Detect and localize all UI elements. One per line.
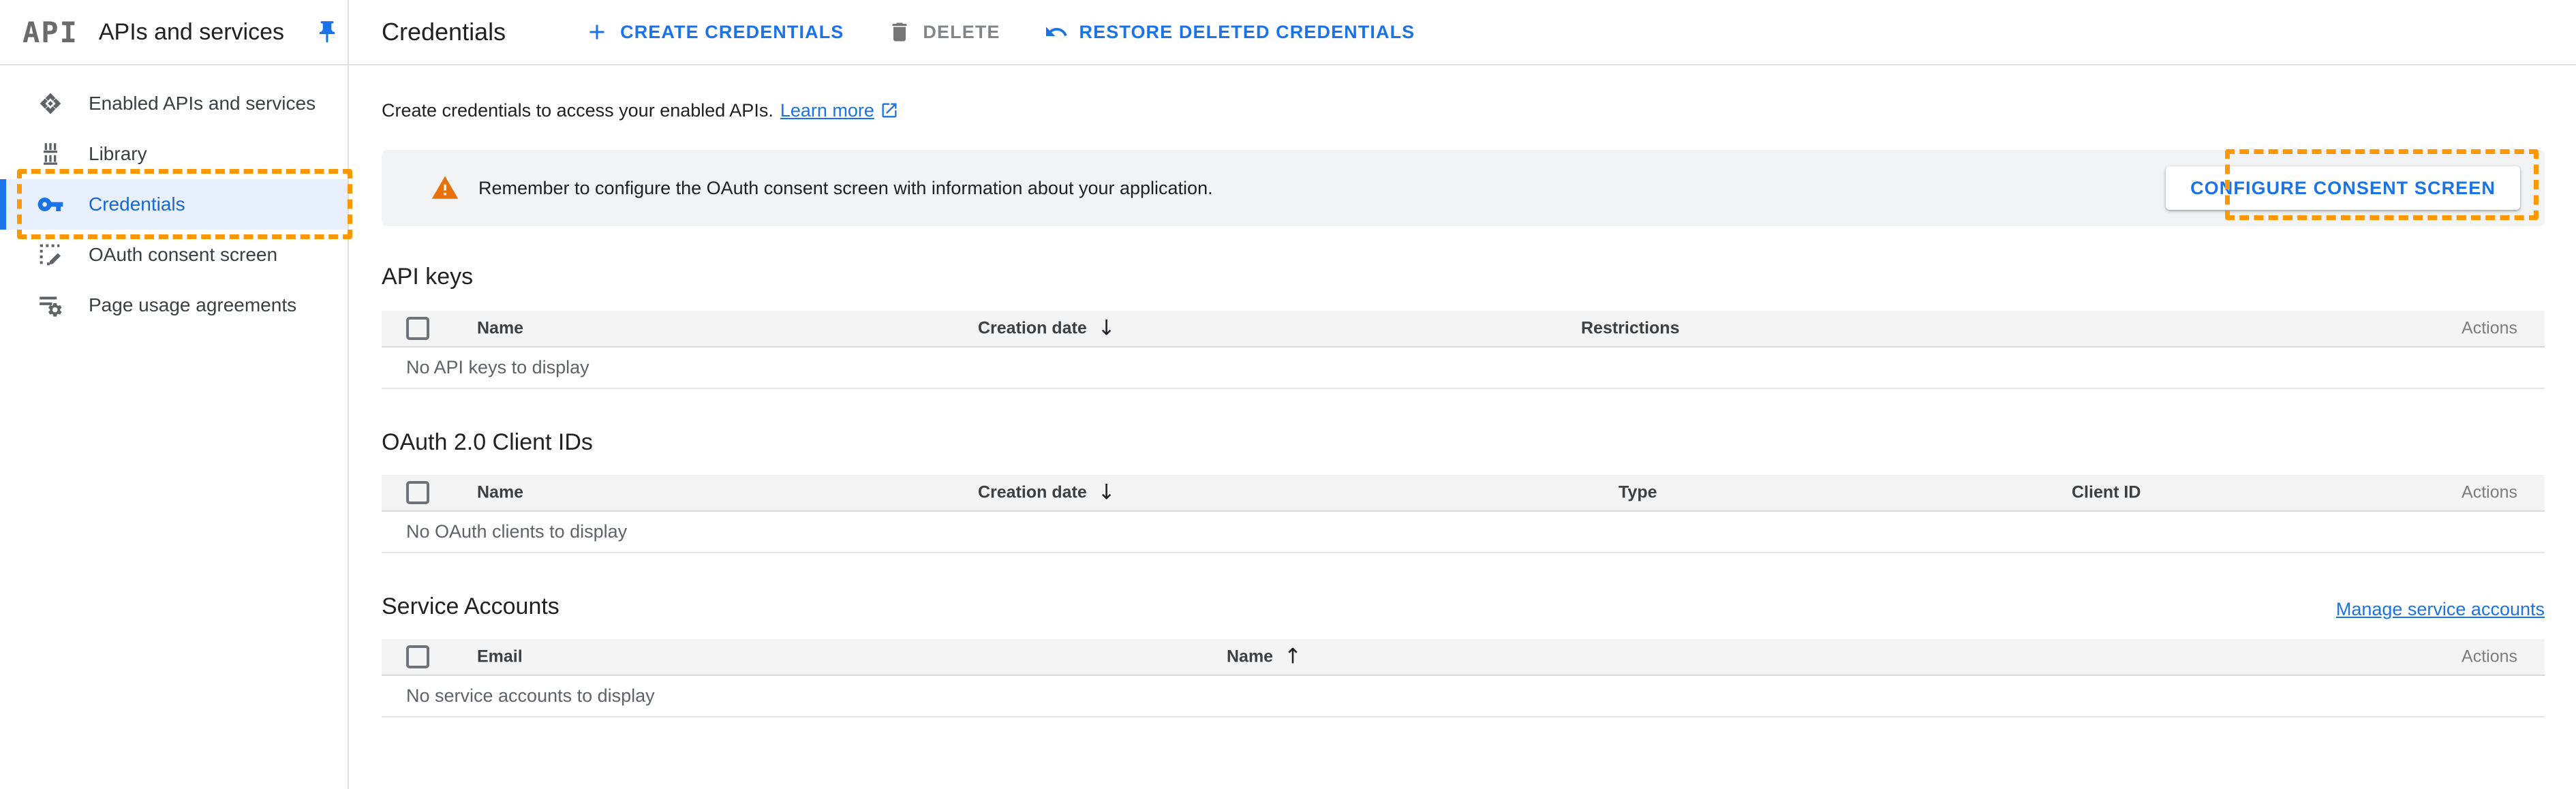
page-usage-icon <box>35 292 65 319</box>
column-header-type: Type <box>1619 483 1657 503</box>
column-header-name[interactable]: Name ↑ <box>1227 647 1302 668</box>
undo-icon <box>1044 20 1069 44</box>
open-in-new-icon <box>880 101 899 120</box>
pin-button[interactable] <box>314 19 340 45</box>
key-icon <box>35 191 65 218</box>
section-title-oauth-clients: OAuth 2.0 Client IDs <box>382 427 2545 457</box>
service-accounts-heading-row: Service Accounts Manage service accounts <box>382 591 2545 621</box>
select-all-checkbox[interactable] <box>406 645 429 668</box>
library-icon <box>35 140 65 168</box>
pin-icon <box>314 19 340 45</box>
sidebar-nav: Enabled APIs and services Library Creden <box>0 65 348 330</box>
learn-more-link[interactable]: Learn more <box>780 100 899 121</box>
oauth-clients-table: Name Creation date ↓ Type Client ID Acti… <box>382 475 2545 553</box>
column-header-name: Name <box>477 483 523 503</box>
column-header-actions: Actions <box>2462 483 2517 503</box>
sidebar-item-label: Library <box>89 143 147 165</box>
column-header-restrictions: Restrictions <box>1581 319 1679 339</box>
api-keys-empty-state: No API keys to display <box>382 347 2545 389</box>
column-header-creation-date[interactable]: Creation date ↓ <box>978 482 1116 504</box>
app-title: APIs and services <box>99 19 284 46</box>
manage-service-accounts-link[interactable]: Manage service accounts <box>2336 599 2545 620</box>
sort-desc-icon: ↓ <box>1098 318 1116 339</box>
warning-icon <box>431 174 459 202</box>
service-accounts-table: Email Name ↑ Actions No service accounts… <box>382 639 2545 717</box>
configure-consent-screen-button[interactable]: CONFIGURE CONSENT SCREEN <box>2166 166 2520 210</box>
create-credentials-button[interactable]: CREATE CREDENTIALS <box>585 20 844 44</box>
oauth-clients-empty-state: No OAuth clients to display <box>382 512 2545 553</box>
column-header-actions: Actions <box>2462 319 2517 339</box>
sidebar-item-label: OAuth consent screen <box>89 244 277 266</box>
plus-icon <box>585 20 609 44</box>
banner-message: Remember to configure the OAuth consent … <box>478 178 1213 199</box>
trash-icon <box>887 20 912 44</box>
select-all-checkbox[interactable] <box>406 317 429 340</box>
main-area: Credentials CREATE CREDENTIALS DELETE RE… <box>349 0 2576 789</box>
column-header-creation-date[interactable]: Creation date ↓ <box>978 318 1116 339</box>
toolbar: Credentials CREATE CREDENTIALS DELETE RE… <box>349 0 2576 65</box>
delete-button[interactable]: DELETE <box>887 20 1000 44</box>
sidebar-item-credentials[interactable]: Credentials <box>0 179 348 230</box>
api-logo: API <box>22 16 78 49</box>
select-all-checkbox[interactable] <box>406 481 429 504</box>
api-keys-table-header: Name Creation date ↓ Restrictions Action… <box>382 311 2545 347</box>
sidebar-item-page-usage[interactable]: Page usage agreements <box>0 280 348 330</box>
selected-indicator <box>0 179 6 230</box>
restore-credentials-button[interactable]: RESTORE DELETED CREDENTIALS <box>1044 20 1415 44</box>
intro-text: Create credentials to access your enable… <box>382 100 773 121</box>
service-accounts-table-header: Email Name ↑ Actions <box>382 639 2545 676</box>
column-header-actions: Actions <box>2462 647 2517 667</box>
column-header-name: Name <box>477 319 523 339</box>
sidebar-item-library[interactable]: Library <box>0 129 348 179</box>
sort-asc-icon: ↑ <box>1284 647 1302 668</box>
service-accounts-empty-state: No service accounts to display <box>382 676 2545 717</box>
intro-line: Create credentials to access your enable… <box>382 97 2545 124</box>
sidebar: API APIs and services Enabled APIs and s… <box>0 0 349 789</box>
api-keys-table: Name Creation date ↓ Restrictions Action… <box>382 311 2545 389</box>
warning-banner: Remember to configure the OAuth consent … <box>382 150 2545 226</box>
sidebar-item-label: Enabled APIs and services <box>89 93 316 114</box>
sidebar-item-label: Credentials <box>89 194 185 215</box>
oauth-clients-table-header: Name Creation date ↓ Type Client ID Acti… <box>382 475 2545 512</box>
content: Create credentials to access your enable… <box>349 97 2576 717</box>
section-title-api-keys: API keys <box>382 262 2545 292</box>
sort-desc-icon: ↓ <box>1098 482 1116 504</box>
sidebar-item-enabled-apis[interactable]: Enabled APIs and services <box>0 78 348 129</box>
page-title: Credentials <box>382 18 506 46</box>
sidebar-item-label: Page usage agreements <box>89 294 296 316</box>
oauth-consent-icon <box>35 241 65 268</box>
column-header-client-id: Client ID <box>2072 483 2141 503</box>
sidebar-item-oauth-consent[interactable]: OAuth consent screen <box>0 230 348 280</box>
column-header-email: Email <box>477 647 523 667</box>
section-title-service-accounts: Service Accounts <box>382 591 559 621</box>
sidebar-header: API APIs and services <box>0 0 348 65</box>
apis-icon <box>35 90 65 117</box>
